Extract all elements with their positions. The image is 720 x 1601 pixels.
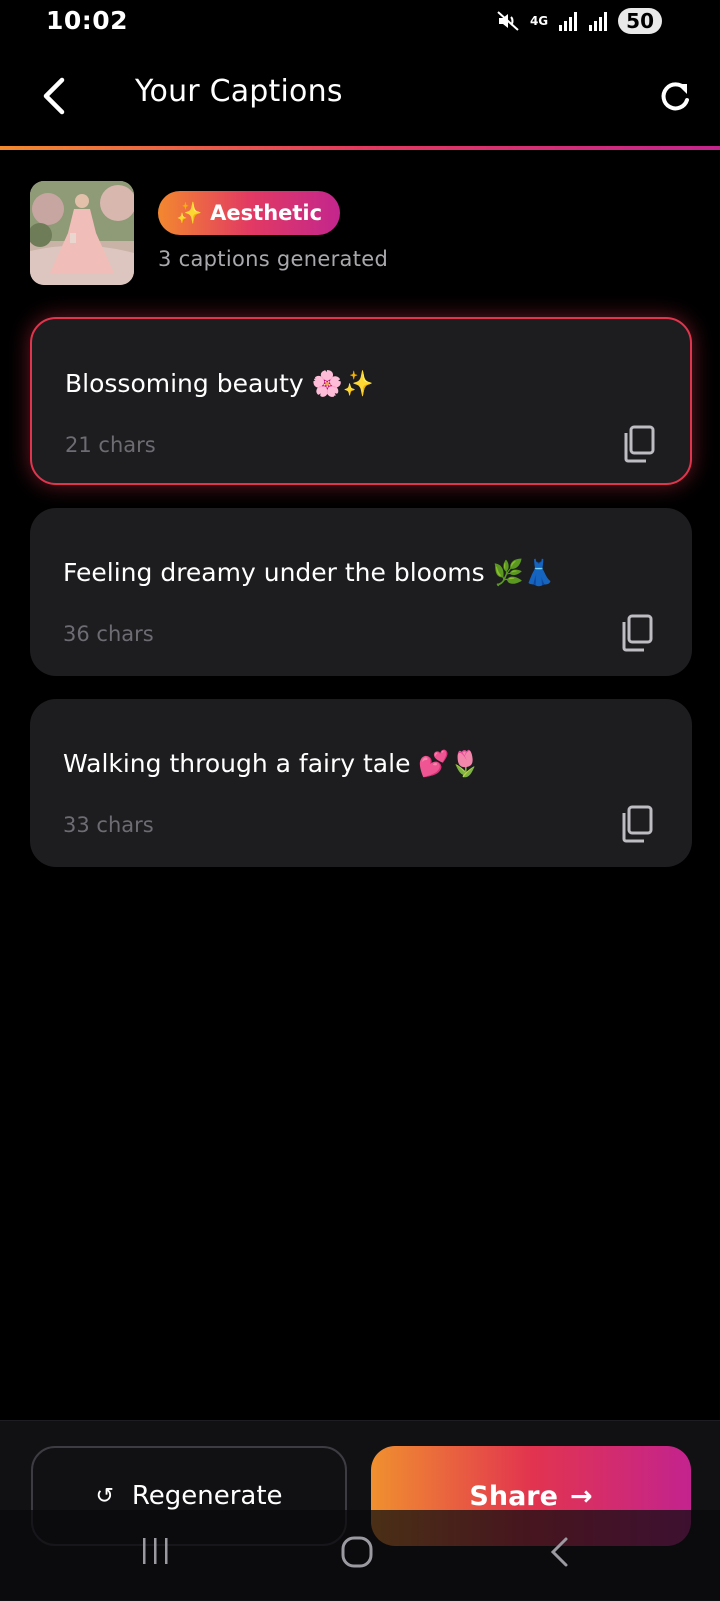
home-icon[interactable] [340, 1536, 374, 1568]
battery-icon: 50 [618, 8, 662, 34]
photo-image [30, 181, 134, 285]
copy-icon [624, 425, 655, 463]
caption-text: Feeling dreamy under the blooms 🌿👗 [63, 558, 555, 587]
caption-char-count: 21 chars [65, 433, 156, 457]
sparkles-icon: ✨ [176, 200, 203, 225]
caption-card[interactable]: Walking through a fairy tale 💕🌷 33 chars [30, 699, 692, 867]
network-4g-icon: 4G [529, 14, 549, 28]
caption-char-count: 33 chars [63, 813, 154, 837]
caption-text: Walking through a fairy tale 💕🌷 [63, 749, 481, 778]
captions-count: 3 captions generated [158, 247, 389, 271]
chevron-left-icon [43, 77, 65, 115]
arrow-right-icon: → [569, 1480, 593, 1512]
tone-label: Aesthetic [210, 201, 323, 225]
refresh-icon [661, 82, 689, 111]
caption-char-count: 36 chars [63, 622, 154, 646]
refresh-button[interactable] [655, 76, 695, 116]
system-nav-bar [0, 1510, 720, 1600]
signal-icon [559, 12, 578, 31]
tone-badge: ✨ Aesthetic [158, 191, 341, 235]
regenerate-icon: ↺ [95, 1483, 114, 1509]
caption-card[interactable]: Feeling dreamy under the blooms 🌿👗 36 ch… [30, 508, 692, 676]
back-button[interactable] [36, 72, 76, 120]
status-time: 10:02 [46, 6, 129, 35]
copy-icon [622, 614, 653, 652]
caption-card[interactable]: Blossoming beauty 🌸✨ 21 chars [30, 317, 692, 485]
copy-icon [622, 805, 653, 843]
copy-button[interactable] [620, 805, 654, 843]
copy-button[interactable] [620, 614, 654, 652]
header-divider [0, 146, 720, 150]
status-icons: 4G 50 [496, 8, 662, 34]
caption-text: Blossoming beauty 🌸✨ [65, 369, 374, 398]
mute-icon [497, 11, 519, 31]
regenerate-label: Regenerate [131, 1481, 283, 1511]
copy-button[interactable] [622, 425, 656, 463]
photo-thumbnail[interactable] [30, 181, 134, 285]
recent-apps-icon[interactable] [140, 1536, 172, 1566]
back-nav-icon[interactable] [548, 1536, 572, 1568]
page-title: Your Captions [135, 74, 343, 109]
share-label: Share [469, 1480, 558, 1512]
signal-icon [589, 12, 608, 31]
